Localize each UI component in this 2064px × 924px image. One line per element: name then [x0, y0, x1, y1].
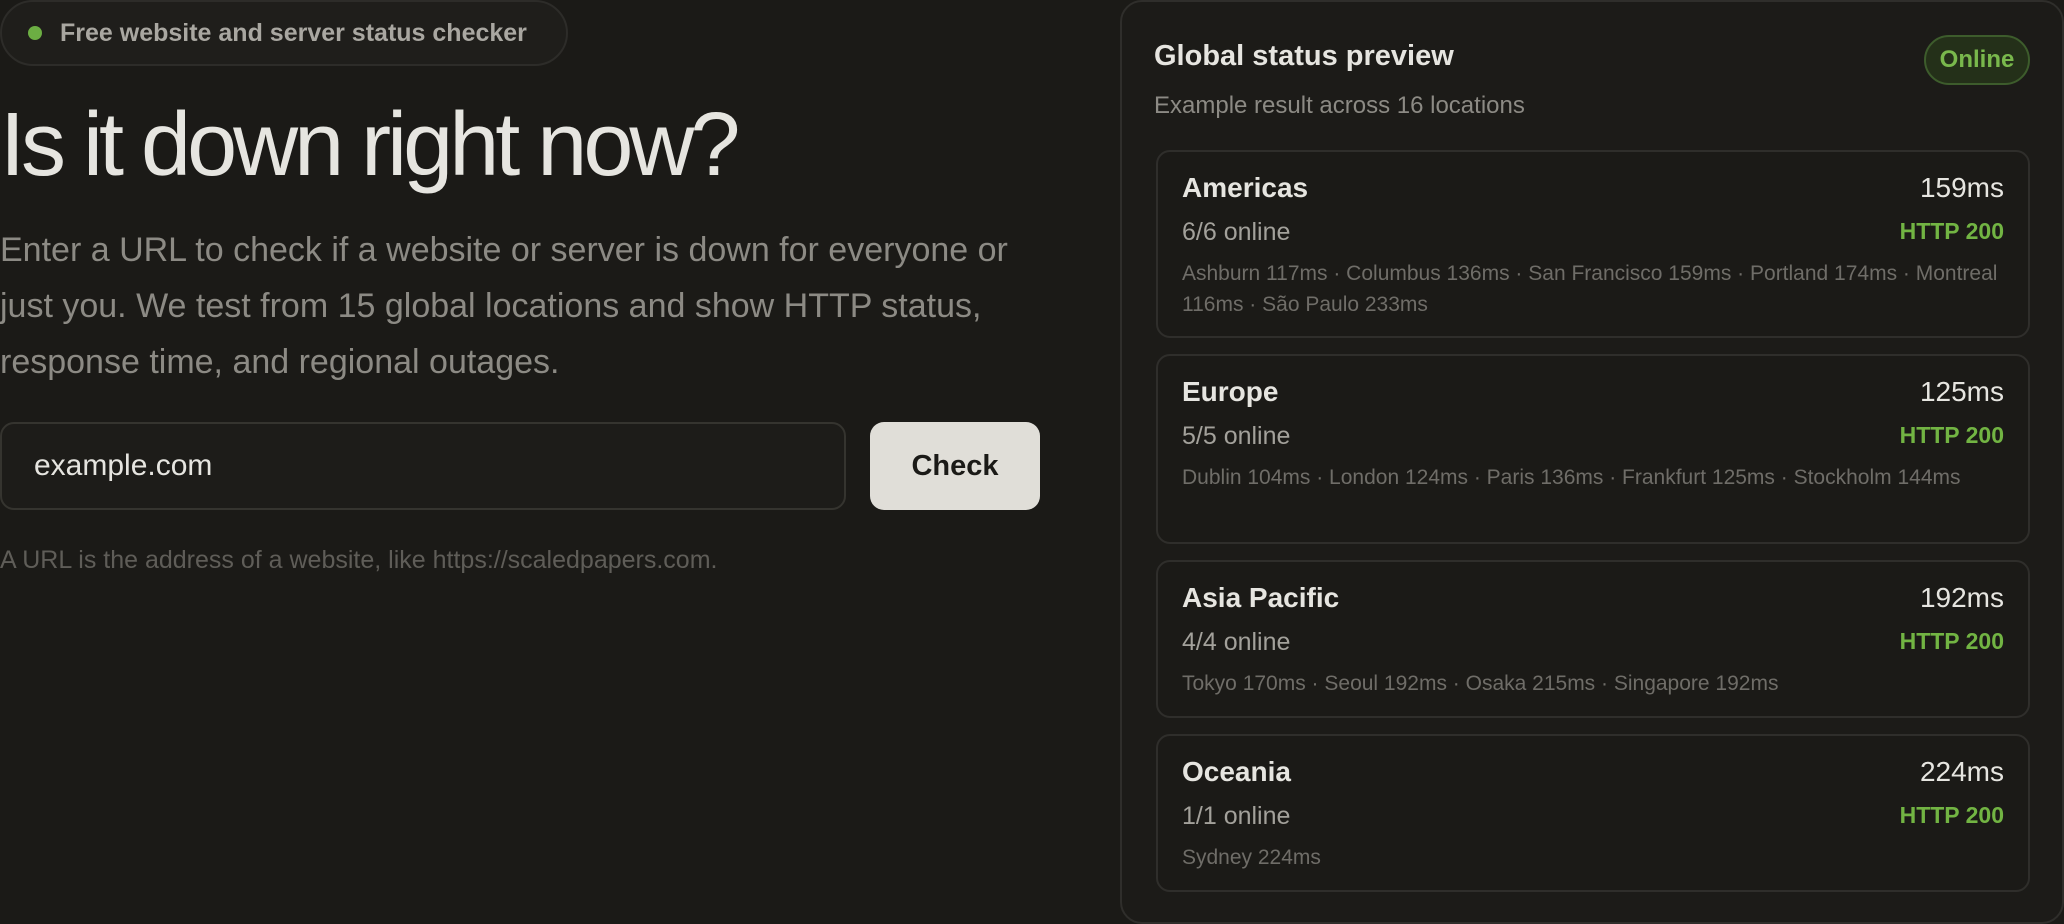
region-locations: Dublin 104ms · London 124ms · Paris 136m…: [1182, 466, 1961, 489]
region-http-status: HTTP 200: [1899, 802, 2004, 828]
region-online-count: 5/5 online: [1182, 422, 1291, 450]
region-card-oceania: Oceania 224ms 1/1 online HTTP 200 Sydney…: [1156, 734, 2030, 892]
region-response-time: 159ms: [1919, 172, 2004, 203]
status-dot-icon: [28, 26, 42, 40]
header-badge-label: Free website and server status checker: [60, 18, 527, 47]
region-card-asia-pacific: Asia Pacific 192ms 4/4 online HTTP 200 T…: [1156, 560, 2030, 718]
header-badge: Free website and server status checker: [0, 0, 568, 66]
url-input[interactable]: [0, 422, 846, 510]
check-button[interactable]: Check: [870, 422, 1040, 510]
panel-title: Global status preview: [1154, 40, 1454, 72]
page-title: Is it down right now?: [0, 95, 740, 195]
region-locations: Ashburn 117ms · Columbus 136ms · San Fra…: [1182, 262, 1998, 316]
region-response-time: 192ms: [1919, 582, 2004, 613]
region-name: Asia Pacific: [1182, 582, 1340, 613]
region-http-status: HTTP 200: [1899, 628, 2004, 654]
status-badge: Online: [1924, 35, 2030, 85]
region-response-time: 224ms: [1919, 756, 2004, 787]
region-http-status: HTTP 200: [1899, 218, 2004, 244]
region-response-time: 125ms: [1919, 376, 2004, 407]
region-card-europe: Europe 125ms 5/5 online HTTP 200 Dublin …: [1156, 354, 2030, 544]
region-locations: Tokyo 170ms · Seoul 192ms · Osaka 215ms …: [1182, 672, 1779, 695]
region-http-status: HTTP 200: [1899, 422, 2004, 448]
region-name: Oceania: [1182, 756, 1291, 787]
status-preview-panel: Global status preview Example result acr…: [1120, 0, 2064, 924]
page-description: Enter a URL to check if a website or ser…: [0, 231, 1008, 381]
url-hint: A URL is the address of a website, like …: [0, 546, 718, 574]
region-card-americas: Americas 159ms 6/6 online HTTP 200 Ashbu…: [1156, 150, 2030, 338]
region-online-count: 6/6 online: [1182, 218, 1291, 246]
panel-subtitle: Example result across 16 locations: [1154, 92, 1525, 119]
region-locations: Sydney 224ms: [1182, 846, 1321, 869]
region-online-count: 4/4 online: [1182, 628, 1291, 656]
region-online-count: 1/1 online: [1182, 802, 1291, 830]
region-name: Europe: [1182, 376, 1279, 407]
region-name: Americas: [1182, 172, 1309, 203]
